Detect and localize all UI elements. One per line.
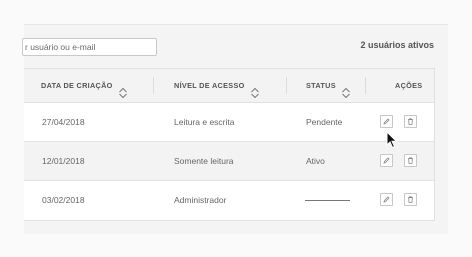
search-input[interactable] (23, 39, 156, 55)
column-header-status-label: STATUS (306, 81, 336, 90)
access-level-cell: Administrador (174, 195, 227, 205)
users-panel: 2 usuários ativos DATA DE CRIAÇÃO NÍVEL … (22, 24, 448, 234)
table-row: 27/04/2018 Leitura e escrita Pendente (24, 103, 434, 142)
sort-arrows-icon[interactable] (250, 80, 260, 99)
sort-arrows-icon[interactable] (341, 80, 351, 99)
trash-icon (408, 157, 413, 164)
mouse-pointer-icon (386, 131, 398, 149)
table-row: 03/02/2018 Administrador (24, 181, 434, 219)
column-divider (365, 77, 366, 94)
sort-arrows-icon[interactable] (118, 80, 128, 99)
column-header-access[interactable]: NÍVEL DE ACESSO (174, 69, 260, 102)
column-header-access-label: NÍVEL DE ACESSO (174, 81, 245, 90)
delete-button[interactable] (404, 193, 417, 206)
delete-button[interactable] (404, 115, 417, 128)
search-field[interactable] (22, 38, 157, 56)
column-header-created-label: DATA DE CRIAÇÃO (41, 81, 113, 90)
access-level-cell: Leitura e escrita (174, 117, 235, 127)
table-header: DATA DE CRIAÇÃO NÍVEL DE ACESSO STATUS A… (24, 69, 434, 103)
column-divider (286, 77, 287, 94)
pencil-icon (383, 157, 390, 164)
status-cell: Ativo (306, 156, 325, 166)
edit-button[interactable] (380, 154, 393, 167)
created-date-cell: 03/02/2018 (42, 195, 85, 205)
trash-icon (408, 118, 413, 125)
table-row: 12/01/2018 Somente leitura Ativo (24, 142, 434, 181)
delete-button[interactable] (404, 154, 417, 167)
active-users-count: 2 usuários ativos (360, 40, 434, 50)
column-header-status[interactable]: STATUS (306, 69, 351, 102)
edit-button[interactable] (380, 115, 393, 128)
created-date-cell: 12/01/2018 (42, 156, 85, 166)
status-placeholder-line (305, 200, 350, 201)
column-divider (153, 77, 154, 94)
column-header-created[interactable]: DATA DE CRIAÇÃO (41, 69, 128, 102)
created-date-cell: 27/04/2018 (42, 117, 85, 127)
trash-icon (408, 196, 413, 203)
status-cell: Pendente (306, 117, 343, 127)
access-level-cell: Somente leitura (174, 156, 234, 166)
pencil-icon (383, 196, 390, 203)
column-header-actions: AÇÕES (395, 81, 423, 90)
edit-button[interactable] (380, 193, 393, 206)
users-table: DATA DE CRIAÇÃO NÍVEL DE ACESSO STATUS A… (24, 68, 435, 221)
pencil-icon (383, 118, 390, 125)
